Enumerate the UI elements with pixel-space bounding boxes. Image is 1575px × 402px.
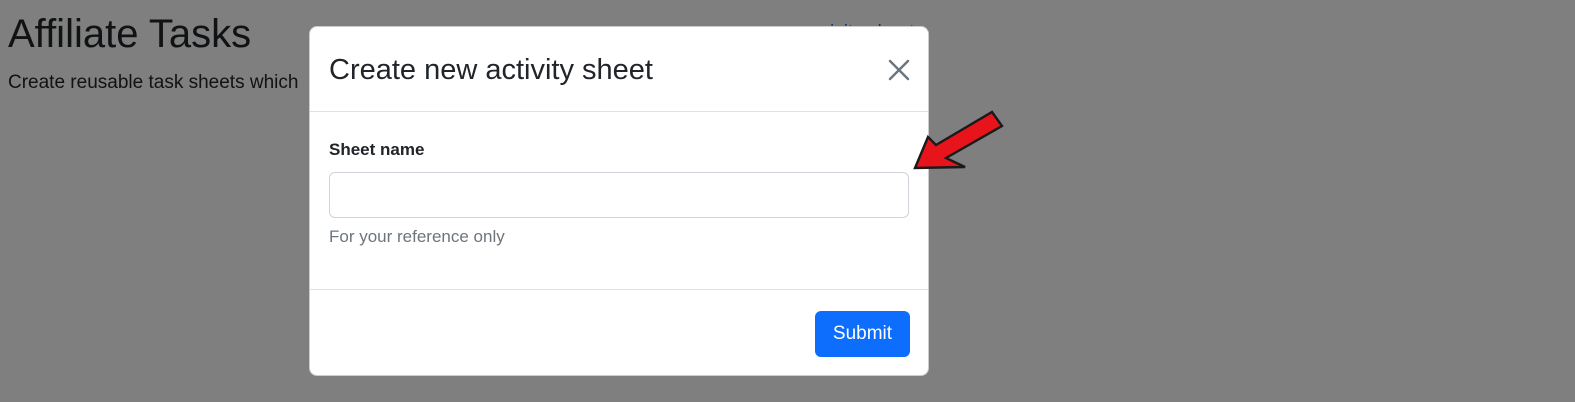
modal-header: Create new activity sheet bbox=[310, 27, 928, 112]
sheet-name-input[interactable] bbox=[329, 172, 909, 218]
modal-footer: Submit bbox=[310, 289, 928, 375]
modal-title: Create new activity sheet bbox=[329, 54, 653, 86]
create-sheet-modal: Create new activity sheet Sheet name For… bbox=[309, 26, 929, 376]
modal-body: Sheet name For your reference only bbox=[310, 112, 928, 290]
sheet-name-help: For your reference only bbox=[329, 227, 505, 246]
submit-button[interactable]: Submit bbox=[815, 311, 910, 357]
arrow-icon bbox=[908, 106, 1008, 174]
close-icon bbox=[884, 55, 914, 85]
sheet-name-label: Sheet name bbox=[329, 140, 425, 159]
close-button[interactable] bbox=[884, 55, 914, 85]
